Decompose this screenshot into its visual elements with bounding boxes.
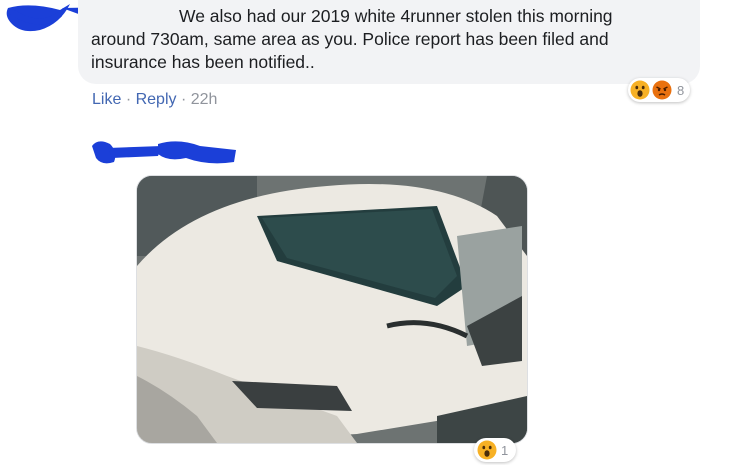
comment-reactions[interactable]: 8 [628, 78, 691, 102]
comment-timestamp[interactable]: 22h [191, 91, 218, 108]
comment-actions: Like · Reply · 22h [92, 91, 217, 109]
wow-icon [630, 80, 650, 100]
reply-photo[interactable] [136, 175, 528, 444]
wow-icon [477, 440, 497, 460]
comment-text: We also had our 2019 white 4runner stole… [91, 5, 691, 74]
reaction-count: 8 [677, 82, 685, 98]
separator: · [180, 91, 187, 108]
comment-line-3: insurance has been notified.. [91, 52, 315, 72]
reply-link[interactable]: Reply [136, 91, 177, 108]
reaction-count: 1 [501, 442, 509, 458]
comment-line-1: We also had our 2019 white 4runner stole… [179, 6, 613, 26]
reply-reactions[interactable]: 1 [474, 438, 517, 462]
comment-line-2: around 730am, same area as you. Police r… [91, 29, 609, 49]
redacted-reply-name [92, 141, 236, 164]
white-suv-photo [137, 176, 527, 443]
separator: · [125, 91, 132, 108]
angry-icon [652, 80, 672, 100]
like-link[interactable]: Like [92, 91, 121, 108]
